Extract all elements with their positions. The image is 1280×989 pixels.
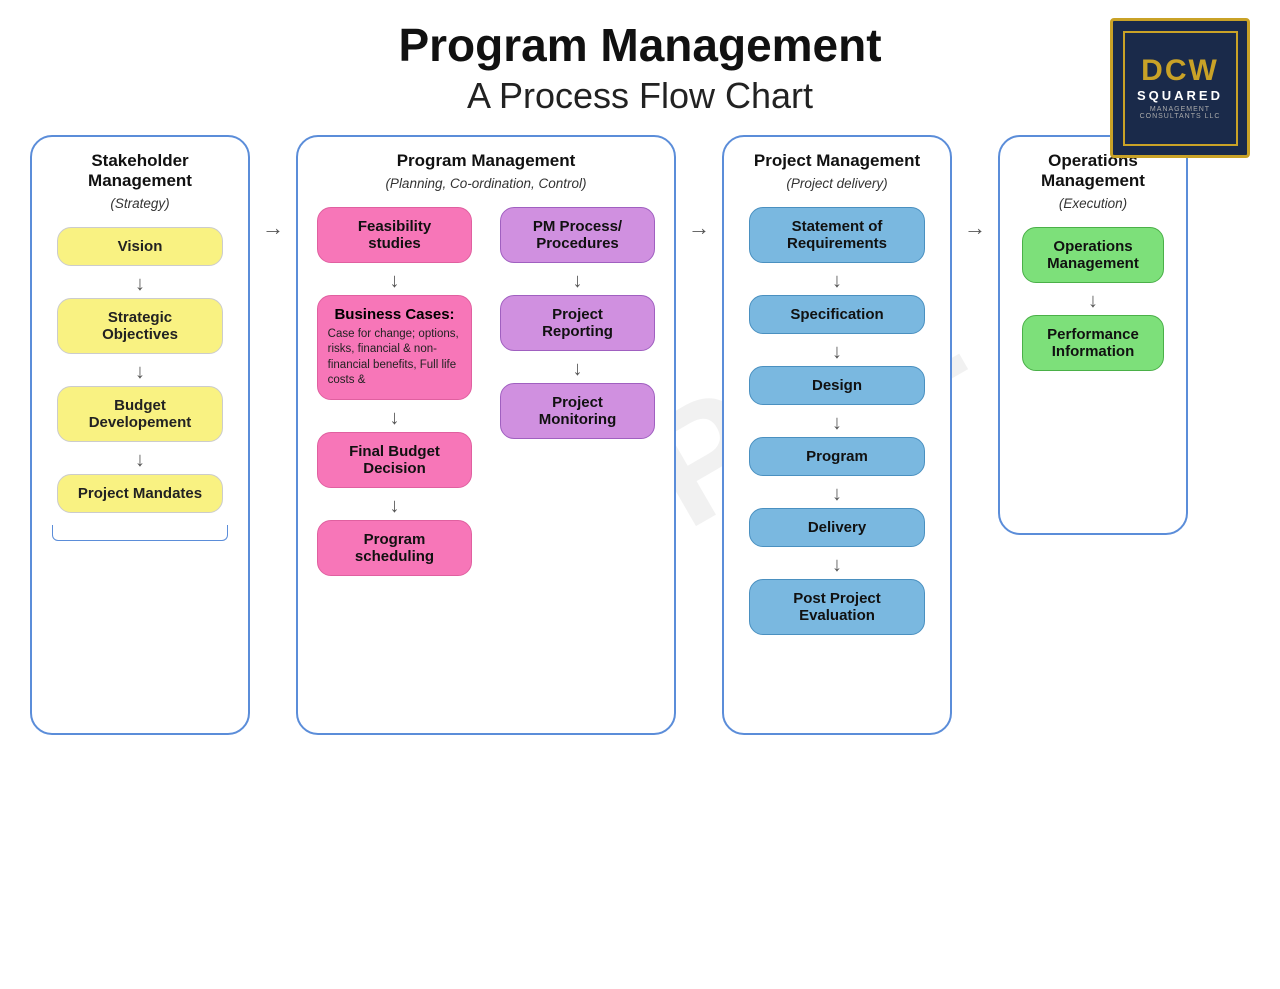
arrow-sor-spec: ↓	[827, 271, 847, 291]
logo-sub: MANAGEMENT CONSULTANTS LLC	[1125, 106, 1236, 120]
col-stakeholder: Stakeholder Management (Strategy) Vision…	[30, 135, 250, 735]
node-feasibility-studies: Feasibility studies	[317, 207, 473, 263]
node-statement-of-requirements: Statement of Requirements	[749, 207, 924, 263]
header-area: Program Management A Process Flow Chart	[30, 20, 1250, 117]
node-project-reporting: Project Reporting	[500, 295, 656, 351]
logo-dcw: DCW	[1141, 56, 1219, 86]
col-operations: Operations Management (Execution) Operat…	[998, 135, 1188, 535]
stakeholder-header: Stakeholder Management	[42, 151, 238, 192]
node-post-project-evaluation: Post Project Evaluation	[749, 579, 924, 635]
sub-title: A Process Flow Chart	[30, 75, 1250, 117]
main-title: Program Management	[30, 20, 1250, 71]
arrow-pm-reporting: ↓	[568, 271, 588, 291]
node-strategic-objectives: Strategic Objectives	[57, 298, 224, 354]
node-program: Program	[749, 437, 924, 476]
program-right: PM Process/ Procedures ↓ Project Reporti…	[491, 207, 664, 584]
program-inner: Feasibility studies ↓ Business Cases: Ca…	[308, 207, 664, 584]
node-performance-information: Performance Information	[1022, 315, 1163, 371]
node-final-budget-decision: Final Budget Decision	[317, 432, 473, 488]
logo-box: DCW SQUARED MANAGEMENT CONSULTANTS LLC	[1110, 18, 1250, 158]
logo-inner-border: DCW SQUARED MANAGEMENT CONSULTANTS LLC	[1123, 31, 1238, 146]
arrow-ops-perf: ↓	[1083, 291, 1103, 311]
arrow-project-operations: →	[964, 135, 986, 241]
node-budget-development: Budget Developement	[57, 386, 224, 442]
node-delivery: Delivery	[749, 508, 924, 547]
project-header: Project Management	[754, 151, 920, 171]
col-project: Project Management (Project delivery) St…	[722, 135, 952, 735]
stakeholder-bracket	[52, 525, 228, 541]
col-program: Program Management (Planning, Co-ordinat…	[296, 135, 676, 735]
node-project-mandates: Project Mandates	[57, 474, 224, 513]
node-pm-process: PM Process/ Procedures	[500, 207, 656, 263]
arrow-feas-biz: ↓	[385, 271, 405, 291]
arrow-vision-strategic: ↓	[130, 274, 150, 294]
arrow-final-scheduling: ↓	[385, 496, 405, 516]
business-cases-title: Business Cases:	[328, 306, 462, 323]
arrow-delivery-post: ↓	[827, 555, 847, 575]
node-project-monitoring: Project Monitoring	[500, 383, 656, 439]
flowchart: Stakeholder Management (Strategy) Vision…	[30, 135, 1250, 735]
business-cases-desc: Case for change; options, risks, financi…	[328, 327, 462, 389]
arrow-program-project: →	[688, 135, 710, 241]
arrow-biz-final: ↓	[385, 408, 405, 428]
arrow-budget-mandates: ↓	[130, 450, 150, 470]
arrow-design-program: ↓	[827, 413, 847, 433]
project-subheader: (Project delivery)	[786, 175, 887, 193]
page: SAMPLE DCW SQUARED MANAGEMENT CONSULTANT…	[0, 0, 1280, 989]
arrow-strategic-budget: ↓	[130, 362, 150, 382]
program-header: Program Management	[397, 151, 576, 171]
node-specification: Specification	[749, 295, 924, 334]
operations-subheader: (Execution)	[1059, 195, 1127, 213]
arrow-spec-design: ↓	[827, 342, 847, 362]
node-design: Design	[749, 366, 924, 405]
node-program-scheduling: Program scheduling	[317, 520, 473, 576]
arrow-program-delivery: ↓	[827, 484, 847, 504]
arrow-reporting-monitoring: ↓	[568, 359, 588, 379]
node-operations-management: Operations Management	[1022, 227, 1163, 283]
node-business-cases: Business Cases: Case for change; options…	[317, 295, 473, 400]
arrow-stakeholder-program: →	[262, 135, 284, 241]
node-vision: Vision	[57, 227, 224, 266]
logo-squared: SQUARED	[1137, 88, 1223, 103]
stakeholder-subheader: (Strategy)	[110, 195, 169, 213]
program-subheader: (Planning, Co-ordination, Control)	[385, 175, 586, 193]
program-left: Feasibility studies ↓ Business Cases: Ca…	[308, 207, 481, 584]
